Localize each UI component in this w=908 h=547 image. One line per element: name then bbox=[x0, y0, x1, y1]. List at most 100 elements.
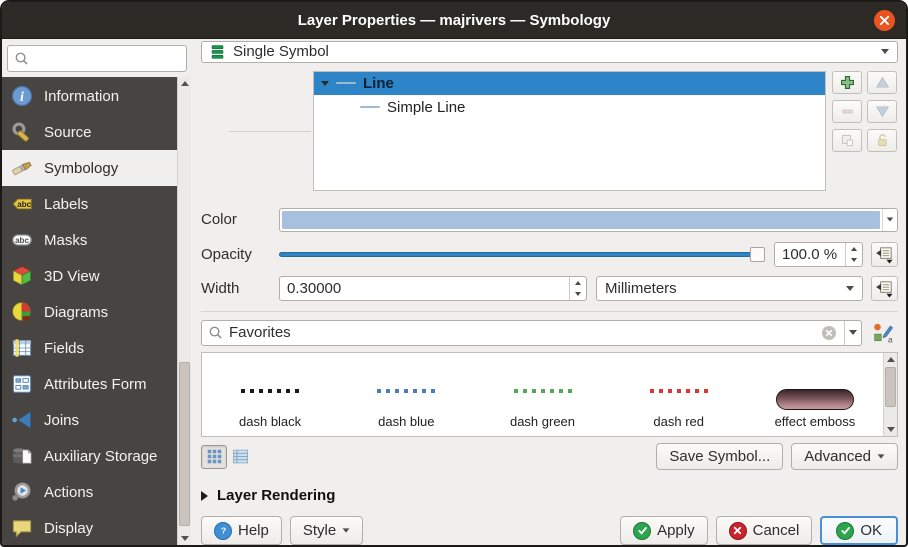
cancel-button[interactable]: Cancel bbox=[716, 516, 813, 545]
scroll-up-icon[interactable] bbox=[884, 353, 897, 366]
line-symbol-icon bbox=[336, 82, 356, 84]
tree-row-simple-line[interactable]: Simple Line bbox=[314, 95, 825, 120]
symbol-name: dash blue bbox=[378, 414, 434, 429]
add-symbol-layer-button[interactable] bbox=[832, 71, 862, 94]
step-down-button[interactable] bbox=[570, 288, 586, 300]
duplicate-icon bbox=[839, 132, 856, 149]
sidebar-item-masks[interactable]: abc Masks bbox=[2, 222, 177, 258]
color-button[interactable] bbox=[279, 208, 898, 232]
duplicate-layer-button[interactable] bbox=[832, 129, 862, 152]
clear-filter-button[interactable] bbox=[820, 324, 838, 342]
sidebar-item-attributes-form[interactable]: Attributes Form bbox=[2, 366, 177, 402]
symbol-item-dash-red[interactable]: dash red bbox=[611, 353, 747, 436]
sidebar-item-label: Actions bbox=[44, 484, 93, 501]
icon-view-button[interactable] bbox=[201, 445, 227, 469]
symbology-icon bbox=[11, 157, 33, 179]
title-bar: Layer Properties — majrivers — Symbology bbox=[2, 2, 906, 39]
sidebar-item-label: Display bbox=[44, 520, 93, 537]
sidebar-item-fields[interactable]: Fields bbox=[2, 330, 177, 366]
sidebar-item-auxiliary-storage[interactable]: Auxiliary Storage bbox=[2, 438, 177, 474]
width-spinbox[interactable]: 0.30000 bbox=[279, 276, 587, 301]
symbol-item-dash-black[interactable]: dash black bbox=[202, 353, 338, 436]
opacity-data-defined-override-button[interactable] bbox=[871, 242, 898, 267]
sidebar-item-joins[interactable]: Joins bbox=[2, 402, 177, 438]
lock-colors-button[interactable] bbox=[867, 129, 897, 152]
apply-button[interactable]: Apply bbox=[620, 516, 708, 545]
step-down-button[interactable] bbox=[846, 254, 862, 266]
info-icon: i bbox=[11, 85, 33, 107]
width-label: Width bbox=[201, 280, 279, 297]
expand-caret-icon[interactable] bbox=[321, 81, 329, 86]
symbol-preview bbox=[776, 389, 854, 410]
fields-icon bbox=[11, 337, 33, 359]
scroll-down-icon[interactable] bbox=[178, 532, 191, 545]
close-button[interactable] bbox=[874, 10, 895, 31]
opacity-slider[interactable] bbox=[279, 242, 765, 266]
sidebar-scrollbar[interactable] bbox=[177, 77, 191, 545]
opacity-slider-handle[interactable] bbox=[750, 247, 765, 262]
sidebar-scrollbar-thumb[interactable] bbox=[179, 362, 190, 526]
tree-row-line[interactable]: Line bbox=[314, 72, 825, 95]
step-up-button[interactable] bbox=[570, 277, 586, 289]
apply-check-icon bbox=[633, 522, 651, 540]
help-button[interactable]: ? Help bbox=[201, 516, 282, 545]
symbol-item-effect-emboss[interactable]: effect emboss bbox=[747, 353, 883, 436]
symbol-layer-buttons bbox=[832, 71, 898, 191]
width-data-defined-override-button[interactable] bbox=[871, 276, 898, 301]
scroll-down-icon[interactable] bbox=[884, 423, 897, 436]
diagrams-icon bbox=[11, 301, 33, 323]
labels-icon: abc bbox=[11, 193, 33, 215]
style-menu-button[interactable]: Style bbox=[290, 516, 363, 545]
lock-open-icon bbox=[874, 132, 891, 149]
sidebar-item-labels[interactable]: abc Labels bbox=[2, 186, 177, 222]
symbol-item-dash-blue[interactable]: dash blue bbox=[338, 353, 474, 436]
remove-symbol-layer-button[interactable] bbox=[832, 100, 862, 123]
tree-row-label: Line bbox=[363, 75, 394, 92]
color-dropdown[interactable] bbox=[882, 209, 897, 231]
renderer-combobox[interactable]: Single Symbol bbox=[201, 41, 898, 63]
move-up-button[interactable] bbox=[867, 71, 897, 94]
sidebar-item-label: Fields bbox=[44, 340, 84, 357]
sidebar-item-label: 3D View bbox=[44, 268, 100, 285]
width-unit-value: Millimeters bbox=[605, 280, 677, 297]
sidebar-item-3d-view[interactable]: 3D View bbox=[2, 258, 177, 294]
opacity-value: 100.0 % bbox=[775, 246, 845, 263]
sidebar-item-label: Diagrams bbox=[44, 304, 108, 321]
sidebar-item-source[interactable]: Source bbox=[2, 114, 177, 150]
scroll-up-icon[interactable] bbox=[178, 77, 191, 90]
ok-button[interactable]: OK bbox=[820, 516, 898, 545]
filter-dropdown[interactable] bbox=[844, 321, 861, 345]
masks-icon: abc bbox=[11, 229, 33, 251]
apply-label: Apply bbox=[657, 522, 695, 539]
step-up-button[interactable] bbox=[846, 243, 862, 255]
style-manager-button[interactable]: a bbox=[868, 320, 898, 346]
symbol-item-dash-green[interactable]: dash green bbox=[474, 353, 610, 436]
opacity-spinbox[interactable]: 100.0 % bbox=[774, 242, 863, 267]
save-symbol-label: Save Symbol... bbox=[669, 448, 770, 465]
styles-scrollbar-thumb[interactable] bbox=[885, 367, 896, 407]
sidebar-item-display[interactable]: Display bbox=[2, 510, 177, 546]
styles-scrollbar[interactable] bbox=[883, 353, 897, 436]
data-defined-override-icon bbox=[875, 279, 894, 298]
move-down-button[interactable] bbox=[867, 100, 897, 123]
sidebar-item-information[interactable]: i Information bbox=[2, 78, 177, 114]
sidebar-item-actions[interactable]: Actions bbox=[2, 474, 177, 510]
sidebar-item-label: Auxiliary Storage bbox=[44, 448, 157, 465]
sidebar-search-input[interactable] bbox=[7, 45, 187, 72]
sidebar-item-diagrams[interactable]: Diagrams bbox=[2, 294, 177, 330]
opacity-label: Opacity bbox=[201, 246, 279, 263]
opacity-slider-track bbox=[279, 252, 761, 257]
style-filter-input[interactable]: Favorites bbox=[201, 320, 862, 346]
list-view-icon bbox=[232, 448, 249, 465]
save-symbol-button[interactable]: Save Symbol... bbox=[656, 443, 783, 470]
layer-rendering-section[interactable]: Layer Rendering bbox=[201, 487, 898, 504]
width-unit-combobox[interactable]: Millimeters bbox=[596, 276, 863, 301]
symbol-preview bbox=[377, 389, 435, 393]
arrow-up-icon bbox=[874, 74, 891, 91]
advanced-button[interactable]: Advanced bbox=[791, 443, 898, 470]
list-view-button[interactable] bbox=[227, 445, 253, 469]
data-defined-override-icon bbox=[875, 245, 894, 264]
sidebar-item-symbology[interactable]: Symbology bbox=[2, 150, 177, 186]
symbology-panel: Single Symbol Line Simple Line bbox=[191, 39, 906, 545]
dialog-button-box: ? Help Style Apply Cancel bbox=[201, 516, 898, 545]
